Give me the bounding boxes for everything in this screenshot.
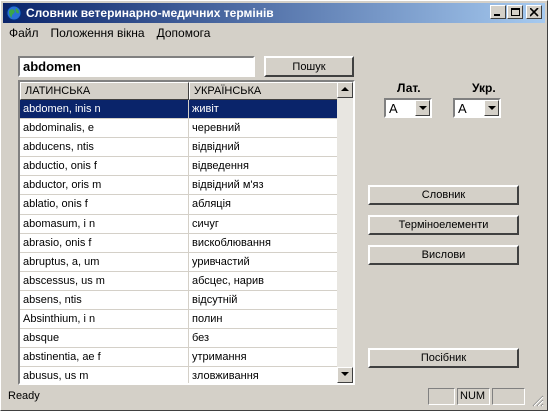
chevron-down-icon <box>488 106 496 110</box>
scroll-down-button[interactable] <box>337 367 353 383</box>
column-header-latin[interactable]: ЛАТИНСЬКА <box>20 82 189 100</box>
globe-icon <box>6 5 22 21</box>
table-row[interactable]: ablatio, onis f абляція <box>20 195 338 215</box>
cell-ukrainian-term: абсцес, нарив <box>192 274 264 287</box>
table-row[interactable]: abrasio, onis f вискоблювання <box>20 233 338 253</box>
cell-ukrainian-term: живіт <box>192 103 219 115</box>
status-pane-num: NUM <box>457 388 490 405</box>
term-elements-button[interactable]: Терміноелементи <box>368 215 519 235</box>
cell-latin-term: Absinthium, i n <box>20 310 189 329</box>
window-title: Словник ветеринарно-медичних термінів <box>26 6 274 20</box>
cell-ukrainian-term: зловживання <box>192 370 259 383</box>
ukrainian-label: Укр. <box>472 81 496 95</box>
latin-letter-select[interactable]: А <box>384 98 432 118</box>
cell-latin-term: ablatio, onis f <box>20 195 189 214</box>
menu-file[interactable]: Файл <box>3 26 45 40</box>
column-header-ukrainian[interactable]: УКРАЇНСЬКА <box>189 82 338 100</box>
cell-latin-term: abducens, ntis <box>20 138 189 157</box>
cell-ukrainian-term: абляція <box>192 198 231 211</box>
table-row[interactable]: abductio, onis f відведення <box>20 157 338 177</box>
vertical-scrollbar[interactable] <box>337 82 353 383</box>
status-pane-scroll <box>492 388 525 405</box>
menu-bar: Файл Положення вікна Допомога <box>3 24 216 42</box>
menu-window-position[interactable]: Положення вікна <box>45 26 151 40</box>
table-row[interactable]: abusus, us m зловживання <box>20 367 338 383</box>
ukrainian-letter-select[interactable]: А <box>453 98 501 118</box>
status-pane-caps <box>428 388 455 405</box>
latin-label: Лат. <box>397 81 421 95</box>
cell-ukrainian-term: вискоблювання <box>192 236 271 249</box>
menu-help[interactable]: Допомога <box>151 26 217 40</box>
scroll-up-button[interactable] <box>337 82 353 98</box>
ukrainian-letter-value: А <box>458 101 467 116</box>
chevron-down-icon <box>419 106 427 110</box>
table-row[interactable]: Absinthium, i n полин <box>20 310 338 330</box>
table-row[interactable]: absque без <box>20 329 338 349</box>
main-window: Словник ветеринарно-медичних термінів Фа… <box>0 0 548 411</box>
cell-ukrainian-term: відсутній <box>192 293 238 306</box>
maximize-button[interactable] <box>507 5 523 19</box>
minimize-icon <box>494 14 500 16</box>
table-row[interactable]: absens, ntis відсутній <box>20 290 338 311</box>
table-row[interactable]: abducens, ntis відвідний <box>20 138 338 158</box>
cell-latin-term: absque <box>20 329 189 348</box>
phrases-button[interactable]: Вислови <box>368 245 519 265</box>
cell-ukrainian-term: уривчастий <box>192 255 250 268</box>
arrow-down-icon <box>341 372 349 376</box>
table-row[interactable]: abstinentia, ae f утримання <box>20 348 338 368</box>
table-row[interactable]: abdomen, inis n живіт <box>20 100 338 120</box>
cell-latin-term: abductor, oris m <box>20 176 189 195</box>
table-row[interactable]: abdominalis, e черевний <box>20 119 338 139</box>
cell-ukrainian-term: відвідний м'яз <box>192 179 264 192</box>
cell-latin-term: abstinentia, ae f <box>20 348 189 367</box>
cell-latin-term: abruptus, a, um <box>20 252 189 271</box>
ukrainian-dropdown-button[interactable] <box>484 100 499 116</box>
search-button[interactable]: Пошук <box>264 56 354 77</box>
cell-ukrainian-term: утримання <box>192 351 247 364</box>
resize-grip-icon[interactable] <box>532 395 544 407</box>
table-header: ЛАТИНСЬКА УКРАЇНСЬКА <box>20 82 338 100</box>
table-row[interactable]: abruptus, a, um уривчастий <box>20 252 338 272</box>
cell-ukrainian-term: відведення <box>192 160 249 173</box>
cell-latin-term: abrasio, onis f <box>20 233 189 252</box>
table-row[interactable]: abductor, oris m відвідний м'яз <box>20 176 338 196</box>
cell-latin-term: abductio, onis f <box>20 157 189 176</box>
cell-latin-term: abdomen, inis n <box>20 100 189 119</box>
arrow-up-icon <box>341 87 349 91</box>
latin-letter-value: А <box>389 101 398 116</box>
cell-latin-term: abscessus, us m <box>20 271 189 290</box>
close-icon <box>530 8 539 17</box>
table-row[interactable]: abomasum, i n сичуг <box>20 214 338 234</box>
cell-latin-term: abdominalis, e <box>20 119 189 138</box>
cell-latin-term: absens, ntis <box>20 290 189 310</box>
close-button[interactable] <box>526 5 542 19</box>
latin-dropdown-button[interactable] <box>415 100 430 116</box>
cell-latin-term: abusus, us m <box>20 367 189 383</box>
cell-ukrainian-term: сичуг <box>192 217 219 230</box>
cell-ukrainian-term: черевний <box>192 122 241 135</box>
search-input[interactable] <box>18 56 255 77</box>
terms-table: ЛАТИНСЬКА УКРАЇНСЬКА abdomen, inis n живі… <box>18 80 355 385</box>
cell-ukrainian-term: полин <box>192 313 223 326</box>
minimize-button[interactable] <box>490 5 506 19</box>
table-row[interactable]: abscessus, us m абсцес, нарив <box>20 271 338 291</box>
status-text: Ready <box>8 390 40 402</box>
dictionary-button[interactable]: Словник <box>368 185 519 205</box>
title-bar[interactable]: Словник ветеринарно-медичних термінів <box>3 3 545 23</box>
status-bar: Ready NUM <box>3 387 545 408</box>
table-body: abdomen, inis n живіт abdominalis, e черевн… <box>20 100 338 383</box>
cell-ukrainian-term: відвідний <box>192 141 240 154</box>
cell-latin-term: abomasum, i n <box>20 214 189 233</box>
manual-button[interactable]: Посібник <box>368 348 519 368</box>
cell-ukrainian-term: без <box>192 332 210 345</box>
maximize-icon <box>511 8 520 16</box>
